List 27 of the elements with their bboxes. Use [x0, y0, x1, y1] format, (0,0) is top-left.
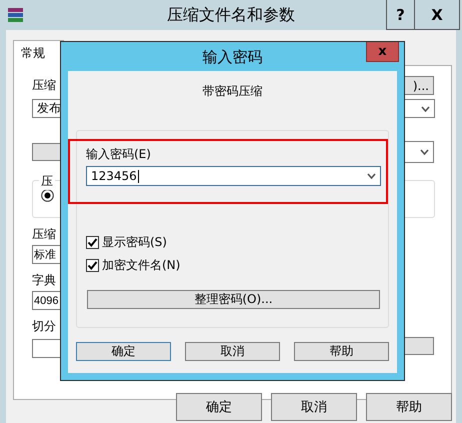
dialog-heading: 带密码压缩	[202, 83, 264, 100]
organize-passwords-button[interactable]: 整理密码(O)...	[87, 290, 380, 309]
password-field[interactable]: 123456	[86, 166, 381, 186]
tab[interactable]: 常规	[13, 40, 64, 66]
window-title: 压缩文件名和参数	[167, 5, 295, 26]
field-label: 切分	[32, 318, 56, 335]
radio-button[interactable]	[41, 189, 54, 202]
ok-button[interactable]: 确定	[76, 342, 171, 361]
field-label: 压缩	[32, 77, 56, 94]
ok-button[interactable]: 确定	[176, 393, 262, 421]
checkbox-label: 加密文件名(N)	[102, 257, 180, 274]
checkbox-label: 显示密码(S)	[102, 234, 167, 251]
group-label: 压	[39, 173, 55, 190]
checkbox[interactable]	[86, 259, 99, 272]
help-button[interactable]: 帮助	[366, 393, 452, 421]
cancel-button[interactable]: 取消	[185, 342, 280, 361]
help-button[interactable]: ?	[386, 0, 415, 30]
cancel-button[interactable]: 取消	[271, 393, 357, 421]
checkbox[interactable]	[86, 236, 99, 249]
dialog-title: 输入密码	[202, 48, 262, 67]
field-label: 字典	[32, 272, 56, 289]
close-button[interactable]: X	[414, 0, 460, 30]
close-button[interactable]: x	[366, 42, 399, 62]
field-label: 输入密码(E)	[86, 146, 151, 163]
field-label: 压缩	[32, 226, 56, 243]
books-icon	[7, 7, 25, 23]
help-button[interactable]: 帮助	[294, 342, 389, 361]
